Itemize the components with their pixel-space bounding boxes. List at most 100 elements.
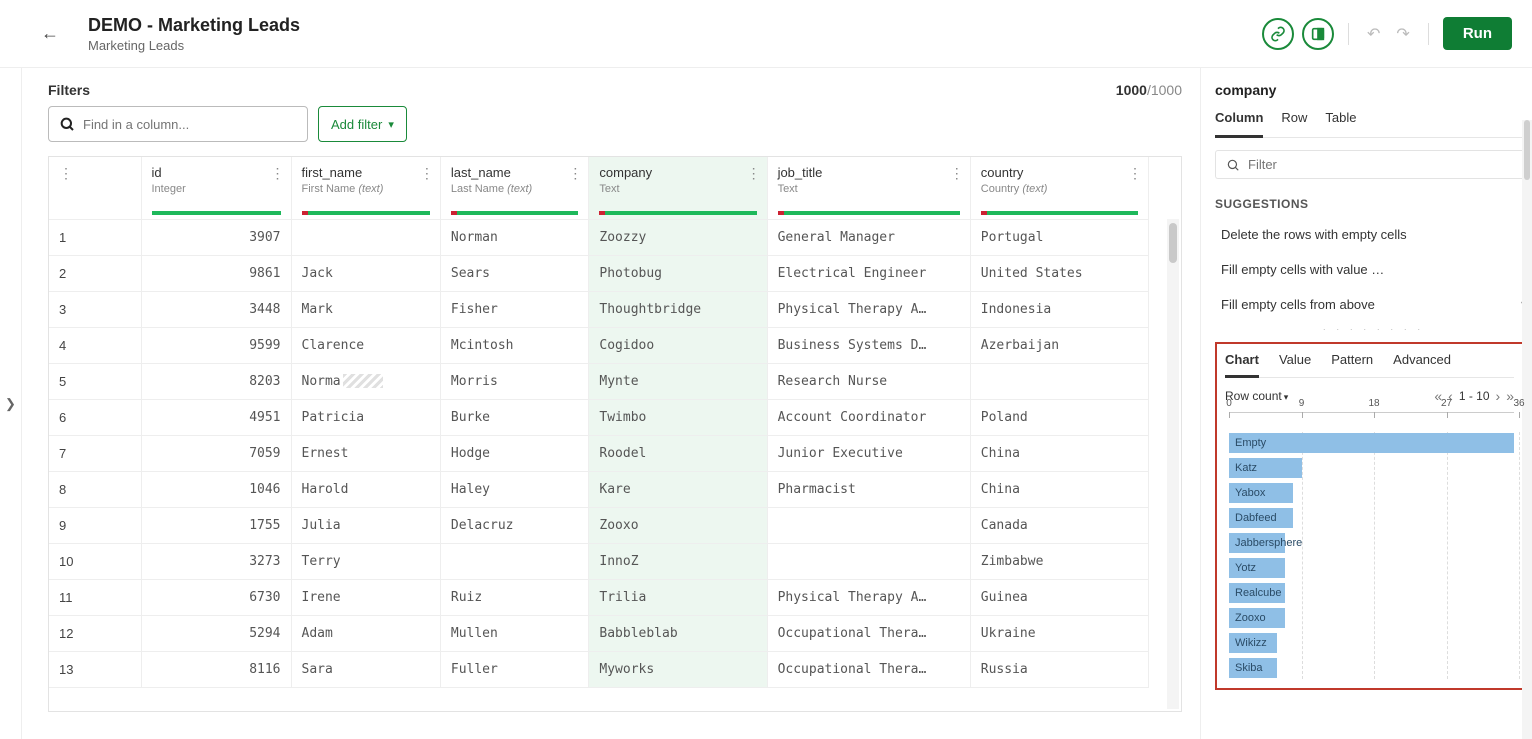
row-menu-header[interactable]: ⋮ [49, 157, 141, 219]
cell-company[interactable]: InnoZ [589, 543, 767, 579]
column-search-input[interactable] [83, 117, 297, 132]
cell-last-name[interactable]: Fisher [440, 291, 589, 327]
table-row[interactable]: 13907NormanZoozzyGeneral ManagerPortugal [49, 219, 1149, 255]
chart-bar[interactable]: Yotz [1229, 557, 1514, 579]
cell-country[interactable]: Russia [970, 651, 1148, 687]
column-menu-icon[interactable]: ⋮ [1128, 165, 1142, 182]
panel-tab-row[interactable]: Row [1281, 110, 1307, 137]
cell-id[interactable]: 9599 [141, 327, 291, 363]
chart-bar[interactable]: Empty [1229, 432, 1514, 454]
link-icon[interactable] [1262, 18, 1294, 50]
cell-country[interactable]: Azerbaijan [970, 327, 1148, 363]
cell-company[interactable]: Kare [589, 471, 767, 507]
column-menu-icon[interactable]: ⋮ [420, 165, 434, 182]
cell-last-name[interactable]: Mcintosh [440, 327, 589, 363]
table-row[interactable]: 138116SaraFullerMyworksOccupational Ther… [49, 651, 1149, 687]
cell-id[interactable]: 1755 [141, 507, 291, 543]
cell-job-title[interactable]: Research Nurse [767, 363, 970, 399]
column-header-id[interactable]: idInteger⋮ [141, 157, 291, 219]
cell-company[interactable]: Myworks [589, 651, 767, 687]
next-page-icon[interactable]: › [1496, 388, 1501, 404]
column-menu-icon[interactable]: ⋮ [747, 165, 761, 182]
cell-first-name[interactable]: Adam [291, 615, 440, 651]
cell-company[interactable]: Thoughtbridge [589, 291, 767, 327]
cell-company[interactable]: Twimbo [589, 399, 767, 435]
chart-bar[interactable]: Zooxo [1229, 607, 1514, 629]
cell-country[interactable]: Indonesia [970, 291, 1148, 327]
cell-first-name[interactable]: Ernest [291, 435, 440, 471]
panel-filter-input[interactable] [1248, 157, 1522, 172]
cell-first-name[interactable]: Sara [291, 651, 440, 687]
table-row[interactable]: 33448MarkFisherThoughtbridgePhysical The… [49, 291, 1149, 327]
cell-first-name[interactable] [291, 219, 440, 255]
cell-country[interactable]: Poland [970, 399, 1148, 435]
suggestion-item[interactable]: Fill empty cells with value … [1215, 252, 1532, 287]
panel-icon[interactable] [1302, 18, 1334, 50]
chart-bar[interactable]: Yabox [1229, 482, 1514, 504]
cell-job-title[interactable] [767, 543, 970, 579]
scrollbar[interactable] [1167, 219, 1179, 709]
cell-last-name[interactable]: Norman [440, 219, 589, 255]
column-header-first_name[interactable]: first_nameFirst Name (text)⋮ [291, 157, 440, 219]
cell-first-name[interactable]: Harold [291, 471, 440, 507]
resize-handle[interactable]: · · · · · · · · [1215, 324, 1532, 334]
cell-country[interactable]: United States [970, 255, 1148, 291]
column-menu-icon[interactable]: ⋮ [271, 165, 285, 182]
cell-last-name[interactable]: Fuller [440, 651, 589, 687]
suggestion-item[interactable]: Fill empty cells from above▾ [1215, 287, 1532, 322]
cell-id[interactable]: 1046 [141, 471, 291, 507]
table-row[interactable]: 29861JackSearsPhotobugElectrical Enginee… [49, 255, 1149, 291]
column-header-last_name[interactable]: last_nameLast Name (text)⋮ [440, 157, 589, 219]
cell-id[interactable]: 4951 [141, 399, 291, 435]
add-filter-button[interactable]: Add filter ▾ [318, 106, 407, 142]
chart-bar[interactable]: Wikizz [1229, 632, 1514, 654]
cell-last-name[interactable]: Haley [440, 471, 589, 507]
cell-id[interactable]: 3907 [141, 219, 291, 255]
cell-last-name[interactable]: Delacruz [440, 507, 589, 543]
table-row[interactable]: 103273TerryInnoZZimbabwe [49, 543, 1149, 579]
cell-last-name[interactable] [440, 543, 589, 579]
table-row[interactable]: 49599ClarenceMcintoshCogidooBusiness Sys… [49, 327, 1149, 363]
cell-last-name[interactable]: Hodge [440, 435, 589, 471]
cell-job-title[interactable]: Occupational Thera… [767, 651, 970, 687]
chart-bar[interactable]: Realcube [1229, 582, 1514, 604]
cell-country[interactable]: Canada [970, 507, 1148, 543]
table-row[interactable]: 81046HaroldHaleyKarePharmacistChina [49, 471, 1149, 507]
cell-job-title[interactable]: Account Coordinator [767, 399, 970, 435]
table-row[interactable]: 64951PatriciaBurkeTwimboAccount Coordina… [49, 399, 1149, 435]
cell-first-name[interactable]: Patricia [291, 399, 440, 435]
back-button[interactable]: ← [41, 23, 59, 44]
cell-first-name[interactable]: Norma [291, 363, 440, 399]
cell-company[interactable]: Roodel [589, 435, 767, 471]
chart-tab-pattern[interactable]: Pattern [1331, 352, 1373, 377]
cell-company[interactable]: Cogidoo [589, 327, 767, 363]
table-row[interactable]: 116730IreneRuizTriliaPhysical Therapy A…… [49, 579, 1149, 615]
table-row[interactable]: 91755JuliaDelacruzZooxoCanada [49, 507, 1149, 543]
cell-country[interactable] [970, 363, 1148, 399]
cell-id[interactable]: 9861 [141, 255, 291, 291]
cell-id[interactable]: 8116 [141, 651, 291, 687]
cell-last-name[interactable]: Sears [440, 255, 589, 291]
panel-filter[interactable] [1215, 150, 1532, 179]
cell-last-name[interactable]: Ruiz [440, 579, 589, 615]
cell-id[interactable]: 8203 [141, 363, 291, 399]
cell-first-name[interactable]: Terry [291, 543, 440, 579]
cell-company[interactable]: Zoozzy [589, 219, 767, 255]
cell-job-title[interactable]: Pharmacist [767, 471, 970, 507]
chart-bar[interactable]: Jabbersphere [1229, 532, 1514, 554]
chart-metric-selector[interactable]: Row count▾ [1225, 389, 1288, 403]
table-row[interactable]: 58203NormaMorrisMynteResearch Nurse [49, 363, 1149, 399]
cell-country[interactable]: Zimbabwe [970, 543, 1148, 579]
chart-tab-advanced[interactable]: Advanced [1393, 352, 1451, 377]
cell-id[interactable]: 3273 [141, 543, 291, 579]
expand-left-button[interactable]: ❯ [0, 68, 22, 739]
column-menu-icon[interactable]: ⋮ [950, 165, 964, 182]
cell-job-title[interactable]: Physical Therapy A… [767, 291, 970, 327]
cell-company[interactable]: Zooxo [589, 507, 767, 543]
run-button[interactable]: Run [1443, 17, 1512, 50]
cell-company[interactable]: Mynte [589, 363, 767, 399]
cell-country[interactable]: Portugal [970, 219, 1148, 255]
cell-job-title[interactable]: Electrical Engineer [767, 255, 970, 291]
cell-first-name[interactable]: Mark [291, 291, 440, 327]
chart-tab-chart[interactable]: Chart [1225, 352, 1259, 378]
